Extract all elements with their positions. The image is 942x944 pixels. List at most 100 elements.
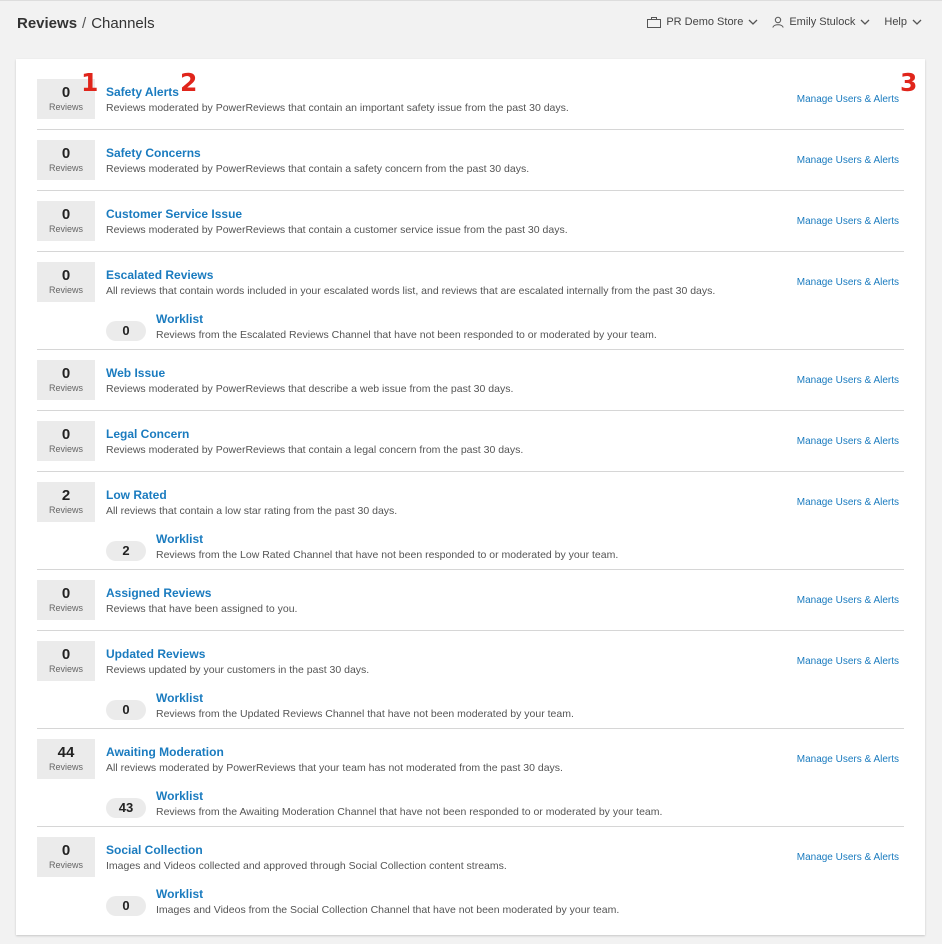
manage-users-alerts-link[interactable]: Manage Users & Alerts	[797, 852, 899, 863]
channel-title[interactable]: Safety Concerns	[106, 146, 201, 160]
store-selector[interactable]: PR Demo Store	[647, 16, 758, 28]
count-label: Reviews	[48, 102, 83, 112]
channel-row: 0 Reviews Legal Concern Reviews moderated…	[37, 411, 904, 472]
user-name: Emily Stulock	[789, 16, 856, 28]
manage-users-alerts-link[interactable]: Manage Users & Alerts	[797, 155, 899, 166]
worklist-title[interactable]: Worklist	[156, 312, 203, 326]
annotation-marker: 2	[180, 68, 198, 97]
worklist-description: Reviews from the Updated Reviews Channel…	[156, 708, 574, 720]
review-count[interactable]: 0 Reviews	[37, 837, 95, 877]
worklist-description: Reviews from the Awaiting Moderation Cha…	[156, 806, 663, 818]
count-value: 0	[61, 426, 71, 443]
channel-description: Images and Videos collected and approved…	[106, 860, 507, 872]
manage-users-alerts-link[interactable]: Manage Users & Alerts	[797, 436, 899, 447]
annotation-marker: 3	[900, 68, 918, 97]
channel-row: 0 Reviews Social Collection Images and Vi…	[37, 827, 904, 925]
review-count[interactable]: 0 Reviews	[37, 262, 95, 302]
count-value: 0	[61, 267, 71, 284]
store-icon	[647, 16, 662, 28]
worklist-title[interactable]: Worklist	[156, 691, 203, 705]
review-count[interactable]: 0 Reviews	[37, 360, 95, 400]
channel-title[interactable]: Safety Alerts	[106, 85, 179, 99]
channel-title[interactable]: Assigned Reviews	[106, 586, 211, 600]
review-count[interactable]: 0 Reviews	[37, 641, 95, 681]
annotation-marker: 1	[81, 68, 99, 97]
user-menu[interactable]: Emily Stulock	[772, 16, 870, 28]
channel-row: 44 Reviews Awaiting Moderation All review…	[37, 729, 904, 827]
channel-row: 0 Reviews Updated Reviews Reviews updated…	[37, 631, 904, 729]
channel-description: Reviews moderated by PowerReviews that d…	[106, 383, 514, 395]
manage-users-alerts-link[interactable]: Manage Users & Alerts	[797, 595, 899, 606]
channels-panel: 0 Reviews Safety Alerts Reviews moderated…	[16, 59, 925, 935]
count-value: 0	[61, 365, 71, 382]
channel-row: 0 Reviews Escalated Reviews All reviews t…	[37, 252, 904, 350]
count-label: Reviews	[48, 444, 83, 454]
worklist-description: Images and Videos from the Social Collec…	[156, 904, 620, 916]
worklist-title[interactable]: Worklist	[156, 887, 203, 901]
channel-description: Reviews that have been assigned to you.	[106, 603, 298, 615]
manage-users-alerts-link[interactable]: Manage Users & Alerts	[797, 94, 899, 105]
channel-description: Reviews moderated by PowerReviews that c…	[106, 224, 568, 236]
channel-title[interactable]: Awaiting Moderation	[106, 745, 224, 759]
channel-title[interactable]: Social Collection	[106, 843, 203, 857]
channel-description: All reviews that contain words included …	[106, 285, 716, 297]
manage-users-alerts-link[interactable]: Manage Users & Alerts	[797, 754, 899, 765]
channel-title[interactable]: Legal Concern	[106, 427, 189, 441]
review-count[interactable]: 0 Reviews	[37, 580, 95, 620]
breadcrumb: Reviews / Channels	[17, 15, 155, 32]
chevron-down-icon	[912, 19, 922, 25]
manage-users-alerts-link[interactable]: Manage Users & Alerts	[797, 277, 899, 288]
channel-description: Reviews moderated by PowerReviews that c…	[106, 444, 524, 456]
store-name: PR Demo Store	[666, 16, 744, 28]
worklist-count[interactable]: 0	[106, 896, 146, 916]
count-value: 0	[61, 646, 71, 663]
review-count[interactable]: 0 Reviews	[37, 421, 95, 461]
channel-description: Reviews moderated by PowerReviews that c…	[106, 163, 530, 175]
manage-users-alerts-link[interactable]: Manage Users & Alerts	[797, 216, 899, 227]
top-bar: Reviews / Channels PR Demo Store Emily Stu…	[0, 0, 942, 46]
count-value: 2	[61, 487, 71, 504]
channel-title[interactable]: Updated Reviews	[106, 647, 205, 661]
manage-users-alerts-link[interactable]: Manage Users & Alerts	[797, 497, 899, 508]
review-count[interactable]: 44 Reviews	[37, 739, 95, 779]
chevron-down-icon	[860, 19, 870, 25]
count-label: Reviews	[48, 285, 83, 295]
count-value: 0	[61, 585, 71, 602]
count-label: Reviews	[48, 224, 83, 234]
breadcrumb-current: Channels	[91, 15, 155, 32]
channel-row: 0 Reviews Web Issue Reviews moderated by …	[37, 350, 904, 411]
count-value: 44	[57, 744, 75, 761]
channel-row: 0 Reviews Safety Concerns Reviews moderat…	[37, 130, 904, 191]
help-label: Help	[884, 16, 907, 28]
channel-title[interactable]: Escalated Reviews	[106, 268, 213, 282]
worklist-count[interactable]: 0	[106, 321, 146, 341]
count-label: Reviews	[48, 505, 83, 515]
count-label: Reviews	[48, 603, 83, 613]
review-count[interactable]: 0 Reviews	[37, 201, 95, 241]
chevron-down-icon	[748, 19, 758, 25]
breadcrumb-root[interactable]: Reviews	[17, 15, 77, 32]
count-value: 0	[61, 206, 71, 223]
worklist-count[interactable]: 43	[106, 798, 146, 818]
review-count[interactable]: 2 Reviews	[37, 482, 95, 522]
worklist-count[interactable]: 2	[106, 541, 146, 561]
channel-description: All reviews that contain a low star rati…	[106, 505, 398, 517]
worklist-description: Reviews from the Escalated Reviews Chann…	[156, 329, 657, 341]
channel-description: All reviews moderated by PowerReviews th…	[106, 762, 563, 774]
manage-users-alerts-link[interactable]: Manage Users & Alerts	[797, 656, 899, 667]
channel-description: Reviews updated by your customers in the…	[106, 664, 370, 676]
channel-row: 0 Reviews Customer Service Issue Reviews …	[37, 191, 904, 252]
review-count[interactable]: 0 Reviews	[37, 140, 95, 180]
count-label: Reviews	[48, 163, 83, 173]
count-label: Reviews	[48, 383, 83, 393]
worklist-title[interactable]: Worklist	[156, 532, 203, 546]
worklist-description: Reviews from the Low Rated Channel that …	[156, 549, 619, 561]
manage-users-alerts-link[interactable]: Manage Users & Alerts	[797, 375, 899, 386]
channel-title[interactable]: Low Rated	[106, 488, 167, 502]
channel-title[interactable]: Customer Service Issue	[106, 207, 242, 221]
channel-title[interactable]: Web Issue	[106, 366, 165, 380]
worklist-count[interactable]: 0	[106, 700, 146, 720]
worklist-title[interactable]: Worklist	[156, 789, 203, 803]
count-value: 0	[61, 145, 71, 162]
help-menu[interactable]: Help	[884, 16, 922, 28]
